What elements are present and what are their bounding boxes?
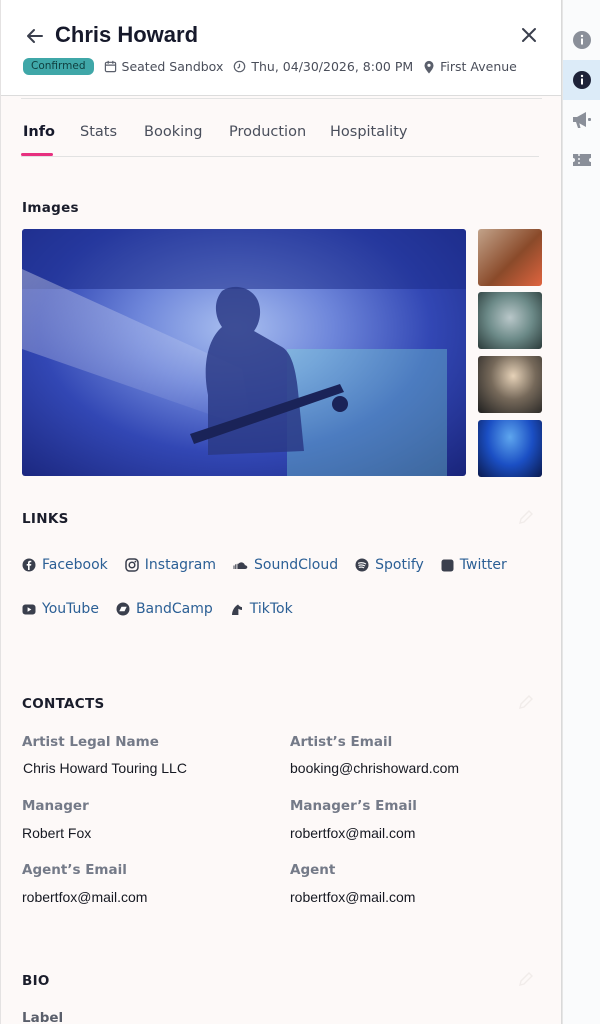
thumbnail-photo-2[interactable] — [478, 292, 542, 349]
tab-hospitality[interactable]: Hospitality — [330, 124, 407, 140]
rail-info-outline-button[interactable] — [563, 20, 600, 60]
contacts-heading: CONTACTS — [22, 696, 105, 712]
right-rail — [562, 0, 600, 1024]
youtube-icon — [22, 604, 36, 614]
manager-email-label: Manager’s Email — [290, 798, 417, 814]
agent-email-label: Agent’s Email — [22, 862, 127, 878]
link-youtube[interactable]: YouTube — [22, 601, 99, 617]
soundcloud-icon — [233, 562, 248, 569]
link-soundcloud-label: SoundCloud — [254, 557, 339, 573]
location-label: First Avenue — [440, 59, 517, 74]
manager-label: Manager — [22, 798, 89, 814]
artist-email-label: Artist’s Email — [290, 734, 393, 750]
active-tab-indicator — [21, 153, 53, 156]
link-facebook-label: Facebook — [42, 557, 108, 573]
links-row-1: Facebook Instagram SoundCloud Spotify Tw… — [22, 557, 524, 573]
manager-email-value[interactable]: robertfox@mail.com — [290, 825, 415, 841]
venue-meta: Seated Sandbox — [104, 59, 224, 74]
megaphone-icon — [573, 112, 591, 128]
location-meta: First Avenue — [423, 59, 517, 74]
artist-legal-name-label: Artist Legal Name — [22, 734, 159, 750]
tiktok-icon — [231, 604, 242, 615]
facebook-icon — [22, 558, 36, 572]
info-filled-icon — [573, 71, 591, 89]
links-row-2: YouTube BandCamp TikTok — [22, 601, 310, 617]
rail-tickets-button[interactable] — [563, 140, 600, 180]
thumbnail-photo-1[interactable] — [478, 229, 542, 286]
calendar-icon — [104, 60, 116, 73]
rail-promotion-button[interactable] — [563, 100, 600, 140]
event-detail-panel: Chris Howard Confirmed Seated Sandbox Th… — [0, 0, 562, 1024]
tab-info[interactable]: Info — [23, 124, 55, 140]
thumbnail-photo-3[interactable] — [478, 356, 542, 413]
panel-header: Chris Howard Confirmed Seated Sandbox Th… — [1, 0, 561, 96]
link-spotify[interactable]: Spotify — [355, 557, 424, 573]
map-pin-icon — [424, 60, 434, 73]
bio-heading: BIO — [22, 973, 50, 989]
edit-bio-icon[interactable] — [517, 970, 535, 988]
agent-value[interactable]: robertfox@mail.com — [290, 889, 415, 905]
clock-icon — [234, 60, 246, 73]
bio-label: Label — [22, 1010, 64, 1024]
main-artist-photo[interactable] — [22, 229, 466, 476]
manager-value: Robert Fox — [22, 825, 92, 841]
link-youtube-label: YouTube — [42, 601, 99, 617]
spotify-icon — [355, 558, 369, 572]
thumbnail-photo-4[interactable] — [478, 420, 542, 477]
link-tiktok-label: TikTok — [249, 601, 293, 617]
ticket-icon — [573, 154, 591, 166]
links-heading: LINKS — [22, 511, 69, 527]
info-outline-icon — [573, 31, 591, 49]
instagram-icon — [125, 558, 139, 572]
link-bandcamp-label: BandCamp — [135, 601, 213, 617]
tab-stats[interactable]: Stats — [80, 124, 117, 140]
link-soundcloud[interactable]: SoundCloud — [233, 557, 338, 573]
agent-label: Agent — [290, 862, 336, 878]
header-divider — [21, 96, 542, 99]
link-facebook[interactable]: Facebook — [22, 557, 108, 573]
status-badge: Confirmed — [23, 58, 94, 75]
event-meta: Confirmed Seated Sandbox Thu, 04/30/2026… — [23, 57, 527, 76]
datetime-meta: Thu, 04/30/2026, 8:00 PM — [233, 59, 413, 74]
edit-contacts-icon[interactable] — [517, 693, 535, 711]
close-icon[interactable] — [517, 23, 541, 47]
edit-links-icon[interactable] — [517, 508, 535, 526]
datetime-label: Thu, 04/30/2026, 8:00 PM — [251, 59, 414, 74]
link-spotify-label: Spotify — [375, 557, 424, 573]
tab-booking[interactable]: Booking — [144, 124, 203, 140]
link-instagram-label: Instagram — [144, 557, 217, 573]
link-tiktok[interactable]: TikTok — [230, 601, 293, 617]
link-instagram[interactable]: Instagram — [125, 557, 216, 573]
bandcamp-icon — [116, 602, 130, 616]
tab-production[interactable]: Production — [229, 124, 306, 140]
artist-legal-name-value: Chris Howard Touring LLC — [23, 760, 187, 776]
back-arrow-icon[interactable] — [23, 24, 47, 48]
link-twitter-label: Twitter — [459, 557, 507, 573]
artist-email-value[interactable]: booking@chrishoward.com — [290, 760, 459, 776]
agent-email-value[interactable]: robertfox@mail.com — [22, 889, 147, 905]
link-twitter[interactable]: Twitter — [441, 557, 507, 573]
venue-label: Seated Sandbox — [121, 59, 224, 74]
images-heading: Images — [22, 200, 79, 216]
rail-info-button[interactable] — [563, 60, 600, 100]
page-title: Chris Howard — [55, 22, 199, 47]
link-bandcamp[interactable]: BandCamp — [116, 601, 213, 617]
twitter-icon — [441, 559, 454, 571]
tab-bar: Info Stats Booking Production Hospitalit… — [21, 122, 539, 157]
